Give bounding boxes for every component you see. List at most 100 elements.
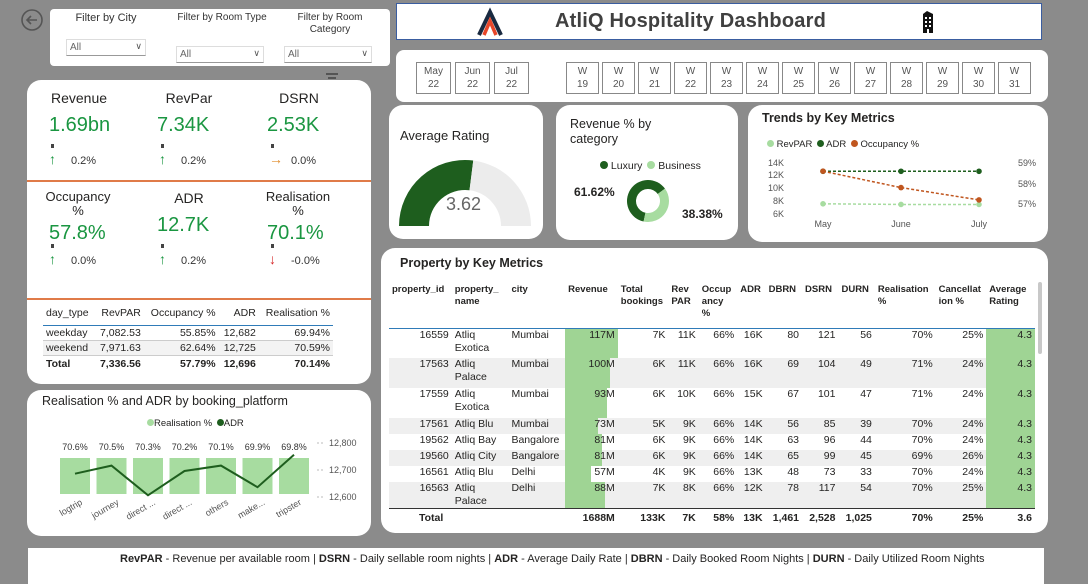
filter-dropdown[interactable]: All ∨ [284, 46, 372, 63]
week-chip[interactable]: W 22 [674, 62, 707, 94]
table-cell: 99 [802, 450, 838, 466]
month-chip[interactable]: May 22 [416, 62, 451, 94]
cell-value: 19562 [419, 434, 449, 446]
table-cell: Atliq Bay [452, 434, 509, 450]
cell-value: 70% [911, 328, 933, 341]
week-chip[interactable]: W 29 [926, 62, 959, 94]
column-header[interactable]: property_id [389, 284, 452, 329]
footer-text: RevPAR - Revenue per available room | DS… [120, 553, 985, 565]
column-header[interactable]: DURN [838, 284, 875, 329]
week-chip[interactable]: W 26 [818, 62, 851, 94]
week-chip[interactable]: W 30 [962, 62, 995, 94]
cell-value: 66% [713, 482, 735, 494]
filter-dropdown[interactable]: All ∨ [66, 39, 146, 56]
cell-value: 101 [817, 388, 836, 400]
column-header[interactable]: Total bookings [617, 284, 669, 329]
revenue-category-card: Revenue % by category Luxury Business 61… [556, 105, 738, 240]
week-chip[interactable]: W 23 [710, 62, 743, 94]
cell-value: 9K [682, 418, 696, 430]
filter-0: Filter by City All ∨ [66, 12, 166, 56]
filter-label: Filter by Room Category [297, 12, 363, 35]
kpi-delta: -0.0% [291, 255, 320, 267]
week-chip[interactable]: W 25 [782, 62, 815, 94]
column-header[interactable]: Cancellat ion % [935, 284, 987, 329]
column-header[interactable]: DBRN [765, 284, 803, 329]
cell-value: 73M [594, 418, 615, 430]
cell-value: 15K [743, 388, 763, 400]
week-chip[interactable]: W 28 [890, 62, 923, 94]
building-icon [917, 10, 939, 34]
kpi-tick [161, 144, 164, 148]
week-number: 22 [684, 79, 697, 90]
week-chip[interactable]: W 24 [746, 62, 779, 94]
week-prefix: W [865, 66, 876, 77]
cell-value: 49 [860, 358, 872, 370]
cell-value: 26% [962, 450, 984, 462]
legend-luxury: Luxury [610, 160, 643, 172]
table-cell: 78 [766, 482, 802, 509]
week-chip[interactable]: W 31 [998, 62, 1031, 94]
column-header[interactable]: Occup ancy % [698, 284, 738, 329]
table-cell: 14K [737, 418, 765, 434]
table-cell: 12K [737, 482, 765, 509]
table-scrollbar[interactable] [1038, 282, 1042, 354]
cell-value: Mumbai [511, 388, 549, 400]
bar-label: 69.8% [281, 442, 307, 452]
x-tick-label: logtrip [58, 497, 84, 518]
table-cell: 6K [618, 434, 669, 450]
table-row: weekday 7,082.53 55.85% 12,682 69.94% [43, 325, 333, 341]
legend-revpar: RevPAR [776, 139, 813, 150]
x-tick-label: tripster [274, 497, 303, 519]
table-cell: 66% [699, 482, 737, 509]
cell-value: 16K [743, 358, 763, 370]
back-button[interactable] [20, 8, 44, 32]
week-chip[interactable]: W 27 [854, 62, 887, 94]
cell-value: 12K [743, 482, 763, 494]
table-cell: Atliq Exotica [452, 388, 509, 418]
column-header[interactable]: property_ name [451, 284, 509, 329]
rating-value: 3.62 [446, 194, 482, 214]
table-cell: weekend [46, 342, 89, 354]
kpi-value: 2.53K [267, 114, 320, 136]
cell-value: 4K [652, 466, 666, 478]
month-year: 22 [466, 79, 479, 90]
table-cell: 4.3 [986, 418, 1035, 434]
cell-value: 88M [594, 482, 615, 494]
cell-value: 93M [594, 388, 615, 400]
kpi-name: Realisation % [265, 189, 331, 218]
cell-value: 17561 [419, 418, 449, 430]
cell-value: Mumbai [511, 358, 549, 370]
kpi-divider [27, 180, 371, 182]
table-cell: 24% [936, 388, 987, 418]
week-chip[interactable]: W 21 [638, 62, 671, 94]
table-cell: 17563 [389, 358, 452, 388]
filter-dropdown[interactable]: All ∨ [176, 46, 264, 63]
x-tick-label: direct ... [124, 497, 157, 522]
bp-title: Realisation % and ADR by booking_platfor… [42, 394, 288, 408]
column-header[interactable]: Revenue [565, 284, 618, 329]
column-header[interactable]: city [508, 284, 566, 329]
column-header[interactable]: DSRN [802, 284, 839, 329]
table-cell: 63 [766, 434, 802, 450]
table-cell: 100M [565, 358, 618, 388]
table-cell: 57M [565, 466, 618, 482]
column-header[interactable]: ADR [737, 284, 766, 329]
cell-value: Atliq Bay [454, 434, 497, 446]
week-number: 26 [828, 79, 841, 90]
column-header[interactable]: Average Rating [986, 284, 1035, 329]
week-chip[interactable]: W 20 [602, 62, 635, 94]
table-cell: 7,082.53 [99, 327, 141, 339]
column-header[interactable]: Realisation % [874, 284, 936, 329]
realisation-bar [96, 458, 127, 494]
month-name: May [424, 66, 443, 77]
cell-value: Mumbai [511, 328, 549, 341]
table-cell: 7K [618, 328, 669, 358]
kpi-delta: 0.2% [181, 255, 207, 267]
month-chip[interactable]: Jul 22 [494, 62, 529, 94]
table-cell: 6K [618, 388, 669, 418]
column-header[interactable]: Rev PAR [668, 284, 699, 329]
cell-value: 4.3 [1017, 328, 1032, 341]
week-chip[interactable]: W 19 [566, 62, 599, 94]
month-chip[interactable]: Jun 22 [455, 62, 490, 94]
total-row: Total 1688M 133K 7K 58% 13K 1,461 2,528 1,025 70%… [389, 508, 1035, 526]
